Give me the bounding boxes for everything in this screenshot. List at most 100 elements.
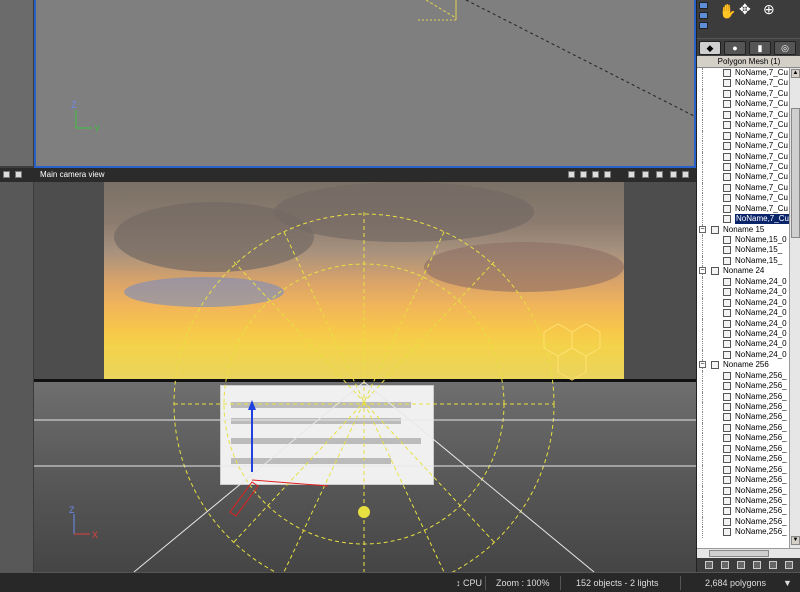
left-viewport-strip-bottom[interactable] xyxy=(0,182,33,572)
rotate-orbit-icon[interactable]: ⊕ xyxy=(763,2,775,16)
tree-item-row[interactable]: NoName,256_ xyxy=(697,495,789,507)
tab-textures[interactable]: ▮ xyxy=(749,41,771,55)
tree-item-row[interactable]: NoName,24_0 xyxy=(697,318,789,329)
tree-item-row[interactable]: NoName,7_Cu xyxy=(697,203,789,215)
delete-object-icon[interactable] xyxy=(721,561,729,569)
collapse-toggle-icon[interactable]: − xyxy=(699,225,706,233)
move-arrows-icon[interactable]: ✥ xyxy=(739,2,751,16)
viewport-zoom-icon[interactable] xyxy=(604,171,611,178)
nav-button-1[interactable] xyxy=(699,2,708,9)
hide-icon[interactable] xyxy=(769,561,777,569)
mesh-object-icon xyxy=(723,371,731,380)
viewport-render-icon[interactable] xyxy=(592,171,599,178)
tab-objects[interactable]: ◆ xyxy=(699,41,721,55)
tree-item-row[interactable]: NoName,24_0 xyxy=(697,287,789,298)
tree-item-row[interactable]: NoName,7_Cu xyxy=(697,109,789,121)
tree-item-label: NoName,256_ xyxy=(735,495,787,505)
viewport-save-icon[interactable] xyxy=(682,171,689,178)
tree-item-row[interactable]: NoName,7_Cu xyxy=(697,88,789,100)
scroll-up-arrow-icon[interactable]: ▲ xyxy=(791,69,800,78)
tree-item-row[interactable]: NoName,256_ xyxy=(697,527,789,538)
tree-item-row[interactable]: NoName,7_Cu xyxy=(697,214,789,225)
object-tree-hscrollbar[interactable] xyxy=(697,548,800,558)
camera-viewport-title: Main camera view xyxy=(40,170,105,179)
tab-materials[interactable]: ● xyxy=(724,41,746,55)
tree-item-label: NoName,24_0 xyxy=(735,339,787,349)
viewport-light-icon[interactable] xyxy=(580,171,587,178)
pan-hand-icon[interactable]: ✋ xyxy=(719,4,736,18)
tree-item-row[interactable]: NoName,256_ xyxy=(697,485,789,496)
tree-item-row[interactable]: NoName,256_ xyxy=(697,391,789,402)
tree-item-row[interactable]: NoName,7_Cu xyxy=(697,99,789,110)
viewport-maximize-icon[interactable] xyxy=(642,171,649,178)
scroll-thumb[interactable] xyxy=(791,108,800,238)
collapse-toggle-icon[interactable]: − xyxy=(699,267,706,275)
ungroup-icon[interactable] xyxy=(753,561,761,569)
tree-item-row[interactable]: NoName,256_ xyxy=(697,412,789,423)
tree-item-row[interactable]: NoName,256_ xyxy=(697,454,789,465)
collapse-toggle-icon[interactable]: − xyxy=(699,361,706,369)
tab-render[interactable]: ◎ xyxy=(774,41,796,55)
tree-item-label: NoName,256_ xyxy=(735,412,787,422)
viewport-flag-icon[interactable] xyxy=(656,171,663,178)
object-tree-scrollbar[interactable]: ▲ ▼ xyxy=(789,68,800,548)
tree-item-row[interactable]: NoName,15_ xyxy=(697,245,789,256)
tree-item-row[interactable]: NoName,256_ xyxy=(697,433,789,444)
tree-item-row[interactable]: NoName,24_0 xyxy=(697,339,789,350)
scroll-down-arrow-icon[interactable]: ▼ xyxy=(791,536,800,545)
nav-button-2[interactable] xyxy=(699,12,708,19)
mesh-object-icon xyxy=(723,288,731,297)
hscroll-thumb[interactable] xyxy=(709,550,769,557)
camera-axis-x-label: X xyxy=(92,530,99,540)
tree-group-row[interactable]: − Noname 256 xyxy=(697,360,789,371)
left-viewport-strip-top[interactable] xyxy=(0,0,33,166)
tree-item-label: NoName,256_ xyxy=(735,464,787,474)
tree-group-row[interactable]: − Noname 24 xyxy=(697,266,789,277)
tree-item-row[interactable]: NoName,24_0 xyxy=(697,328,789,340)
tree-item-row[interactable]: NoName,256_ xyxy=(697,516,789,528)
tree-item-label: NoName,7_Cu xyxy=(735,130,788,140)
tree-item-row[interactable]: NoName,256_ xyxy=(697,370,789,382)
lock-icon[interactable] xyxy=(785,561,793,569)
tree-item-row[interactable]: NoName,7_Cu xyxy=(697,182,789,194)
tree-item-row[interactable]: NoName,7_Cu xyxy=(697,78,789,89)
viewport-menu-icon[interactable] xyxy=(3,171,10,178)
tree-item-row[interactable]: NoName,256_ xyxy=(697,402,789,413)
object-tree[interactable]: NoName,7_Cu NoName,7_Cu NoName,7_Cu NoName,… xyxy=(697,68,789,548)
status-dropdown-icon[interactable]: ▼ xyxy=(783,578,792,588)
viewport-fit-icon[interactable] xyxy=(628,171,635,178)
camera-viewport[interactable]: Z X xyxy=(34,182,696,572)
tree-item-row[interactable]: NoName,256_ xyxy=(697,422,789,434)
group-icon[interactable] xyxy=(737,561,745,569)
tree-item-row[interactable]: NoName,7_Cu xyxy=(697,161,789,173)
tree-item-row[interactable]: NoName,256_ xyxy=(697,464,789,476)
tree-item-row[interactable]: NoName,256_ xyxy=(697,381,789,392)
tree-item-row[interactable]: NoName,15_ xyxy=(697,255,789,267)
tree-item-row[interactable]: NoName,24_0 xyxy=(697,297,789,309)
nav-button-3[interactable] xyxy=(699,22,708,29)
viewport-camera-icon[interactable] xyxy=(568,171,575,178)
viewport-lock-icon[interactable] xyxy=(15,171,22,178)
tree-item-label: NoName,256_ xyxy=(735,381,787,391)
tree-group-row[interactable]: − Noname 15 xyxy=(697,224,789,235)
tree-item-row[interactable]: NoName,24_0 xyxy=(697,308,789,319)
tree-item-row[interactable]: NoName,15_0 xyxy=(697,235,789,246)
mesh-object-icon xyxy=(723,183,731,192)
tree-item-row[interactable]: NoName,7_Cu xyxy=(697,68,789,79)
viewport-options-icon[interactable] xyxy=(670,171,677,178)
tree-item-row[interactable]: NoName,7_Cu xyxy=(697,130,789,142)
tree-item-row[interactable]: NoName,7_Cu xyxy=(697,151,789,162)
tree-item-row[interactable]: NoName,256_ xyxy=(697,443,789,455)
new-object-icon[interactable] xyxy=(705,561,713,569)
tree-item-row[interactable]: NoName,256_ xyxy=(697,475,789,486)
top-viewport[interactable]: Z Y xyxy=(34,0,698,168)
tree-item-row[interactable]: NoName,7_Cu xyxy=(697,141,789,152)
tree-item-row[interactable]: NoName,256_ xyxy=(697,506,789,517)
tree-item-row[interactable]: NoName,7_Cu xyxy=(697,172,789,183)
tree-item-row[interactable]: NoName,24_0 xyxy=(697,349,789,361)
tree-item-label: NoName,7_Cu xyxy=(735,99,788,109)
tree-item-row[interactable]: NoName,7_Cu xyxy=(697,193,789,204)
tree-item-row[interactable]: NoName,24_0 xyxy=(697,276,789,288)
tree-item-label: NoName,15_0 xyxy=(735,235,787,244)
tree-item-row[interactable]: NoName,7_Cu xyxy=(697,120,789,131)
